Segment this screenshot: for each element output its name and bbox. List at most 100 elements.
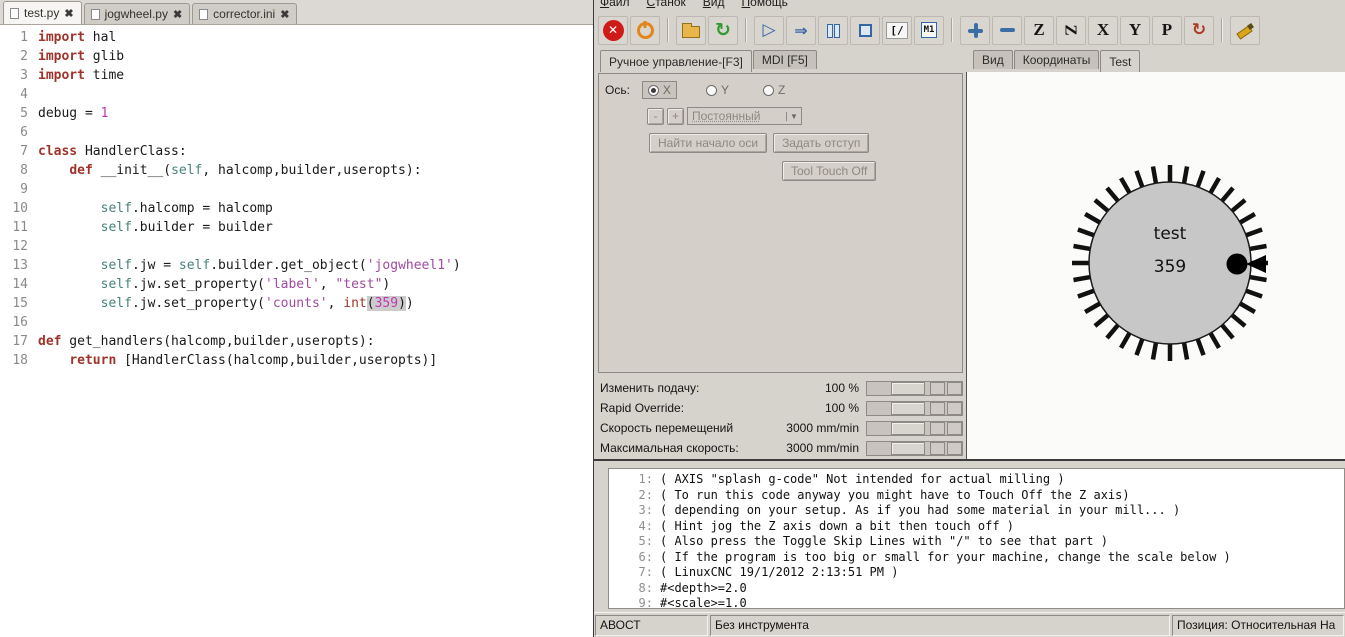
touch-off-button[interactable]: Задать отступ	[773, 133, 870, 153]
open-file-button[interactable]	[676, 15, 706, 45]
optional-stop-button[interactable]: M1	[914, 15, 944, 45]
slider-stepper[interactable]	[930, 441, 945, 455]
menu-item[interactable]: Помощь	[742, 0, 788, 9]
status-tool: Без инструмента	[710, 615, 1170, 636]
gcode-line[interactable]: 1: ( AXIS "splash g-code" Not intended fo…	[609, 472, 1344, 488]
menu-item[interactable]: Вид	[703, 0, 725, 9]
gcode-line-number: 6:	[638, 549, 653, 564]
editor-tab-correctorini[interactable]: corrector.ini ✖	[192, 3, 298, 24]
view-p-button[interactable]: P	[1152, 15, 1182, 45]
reload-file-button[interactable]	[708, 15, 738, 45]
code-text: self.jw = self.builder.get_object('jogwh…	[100, 258, 461, 273]
tab-dro[interactable]: Координаты	[1013, 50, 1100, 69]
pause-button[interactable]	[818, 15, 848, 45]
slider-label: Изменить подачу:	[600, 381, 700, 395]
editor-tab-jogwheelpy[interactable]: jogwheel.py ✖	[83, 3, 191, 24]
gcode-line[interactable]: 9: #<scale>=1.0	[609, 596, 1344, 608]
close-icon[interactable]: ✖	[280, 8, 289, 21]
line-number: 16	[12, 315, 28, 330]
gcode-line[interactable]: 3: ( depending on your setup. As if you h…	[609, 503, 1344, 519]
gcode-line-text: ( To run this code anyway you might have…	[660, 487, 1130, 502]
slider-thumb[interactable]	[891, 401, 925, 415]
jog-plus-button[interactable]: +	[667, 107, 684, 125]
view-z-rotated-button[interactable]: Z	[1056, 15, 1086, 45]
close-icon[interactable]: ✖	[173, 8, 182, 21]
view-y-button[interactable]: Y	[1120, 15, 1150, 45]
code-text: self.builder = builder	[100, 220, 273, 235]
zoom-in-button[interactable]	[960, 15, 990, 45]
notebook-tabs: Ручное управление-[F3] MDI [F5] Вид Коор…	[594, 50, 1345, 72]
tab-test[interactable]: Test	[1100, 50, 1141, 72]
tool-touch-off-button[interactable]: Tool Touch Off	[782, 161, 877, 181]
slider-track[interactable]	[866, 400, 963, 416]
gcode-listing[interactable]: 1: ( AXIS "splash g-code" Not intended fo…	[608, 468, 1345, 609]
gcode-line[interactable]: 2: ( To run this code anyway you might ha…	[609, 488, 1344, 504]
machine-power-button[interactable]	[630, 15, 660, 45]
slider-label: Скорость перемещений	[600, 421, 734, 435]
close-icon[interactable]: ✖	[64, 7, 73, 20]
menu-item[interactable]: Станок	[647, 0, 686, 9]
slider-row: Скорость перемещений 3000 mm/min	[598, 418, 963, 438]
slider-track[interactable]	[866, 440, 963, 456]
tab-manual-control[interactable]: Ручное управление-[F3]	[600, 50, 752, 72]
view-x-button[interactable]: X	[1088, 15, 1118, 45]
view-z-button[interactable]: Z	[1024, 15, 1054, 45]
slider-thumb[interactable]	[891, 441, 925, 455]
gcode-line[interactable]: 8: #<depth>=2.0	[609, 581, 1344, 597]
combobox-value: Постоянный	[692, 109, 761, 123]
line-number: 17	[12, 334, 28, 349]
clear-plot-button[interactable]	[1230, 15, 1260, 45]
code-text: def get_handlers(halcomp,builder,useropt…	[38, 334, 375, 349]
rotate-view-button[interactable]	[1184, 15, 1214, 45]
axis-window: ФайлСтанокВидПомощь [/M1ZZXYP Ручное упр…	[593, 0, 1345, 637]
tab-preview[interactable]: Вид	[973, 50, 1013, 69]
slider-stepper[interactable]	[930, 401, 945, 415]
slider-stepper[interactable]	[930, 381, 945, 395]
code-area[interactable]: 1 import hal 2 import glib 3 import time 4 5 deb…	[0, 25, 593, 372]
home-axis-button[interactable]: Найти начало оси	[649, 133, 768, 153]
slider-stepper[interactable]	[947, 381, 962, 395]
code-line: 2 import glib	[6, 49, 593, 68]
slider-track[interactable]	[866, 420, 963, 436]
axis-radio-x[interactable]: X	[641, 81, 677, 99]
gcode-line[interactable]: 4: ( Hint jog the Z axis down a bit then …	[609, 519, 1344, 535]
gcode-line[interactable]: 5: ( Also press the Toggle Skip Lines wit…	[609, 534, 1344, 550]
estop-icon	[602, 19, 624, 41]
slider-track[interactable]	[866, 380, 963, 396]
gcode-line-text: ( AXIS "splash g-code" Not intended for …	[660, 472, 1065, 486]
slider-thumb[interactable]	[891, 381, 925, 395]
stop-button[interactable]	[850, 15, 880, 45]
slider-stepper[interactable]	[947, 421, 962, 435]
tab-mdi[interactable]: MDI [F5]	[752, 50, 817, 69]
toolbar-separator	[1221, 18, 1223, 42]
estop-button[interactable]	[598, 15, 628, 45]
slider-label: Максимальная скорость:	[600, 441, 739, 455]
gcode-line[interactable]: 6: ( If the program is too big or small f…	[609, 550, 1344, 566]
axis-select-row: Ось: X Y Z	[605, 81, 814, 99]
line-number: 1	[20, 30, 28, 45]
editor-pane: test.py ✖ jogwheel.py ✖ corrector.ini ✖ …	[0, 0, 593, 637]
file-icon	[90, 8, 100, 20]
slider-stepper[interactable]	[947, 441, 962, 455]
tool-touch-off-row: Tool Touch Off	[782, 161, 877, 181]
code-line: 9	[6, 182, 593, 201]
slider-stepper[interactable]	[930, 421, 945, 435]
single-block-button[interactable]: [/	[882, 15, 912, 45]
axis-radio-z[interactable]: Z	[758, 82, 790, 98]
file-icon	[10, 7, 19, 19]
run-button[interactable]	[754, 15, 784, 45]
code-text: self.halcomp = halcomp	[100, 201, 273, 216]
slider-thumb[interactable]	[891, 421, 925, 435]
slider-stepper[interactable]	[947, 401, 962, 415]
menubar-items: Файл Станок Вид Помощь	[600, 0, 788, 9]
run-from-line-button[interactable]	[786, 15, 816, 45]
statusbar: АВОСТ Без инструмента Позиция: Относител…	[594, 612, 1345, 637]
gcode-line[interactable]: 7: ( LinuxCNC 19/1/2012 2:13:51 PM )	[609, 565, 1344, 581]
jogwheel-widget[interactable]: test 359	[1055, 148, 1285, 378]
axis-radio-y[interactable]: Y	[701, 82, 734, 98]
menu-item[interactable]: Файл	[600, 0, 630, 9]
jog-increment-combobox[interactable]: Постоянный ▼	[687, 107, 802, 125]
editor-tab-testpy[interactable]: test.py ✖	[3, 1, 82, 24]
jog-minus-button[interactable]: -	[647, 107, 664, 125]
zoom-out-button[interactable]	[992, 15, 1022, 45]
